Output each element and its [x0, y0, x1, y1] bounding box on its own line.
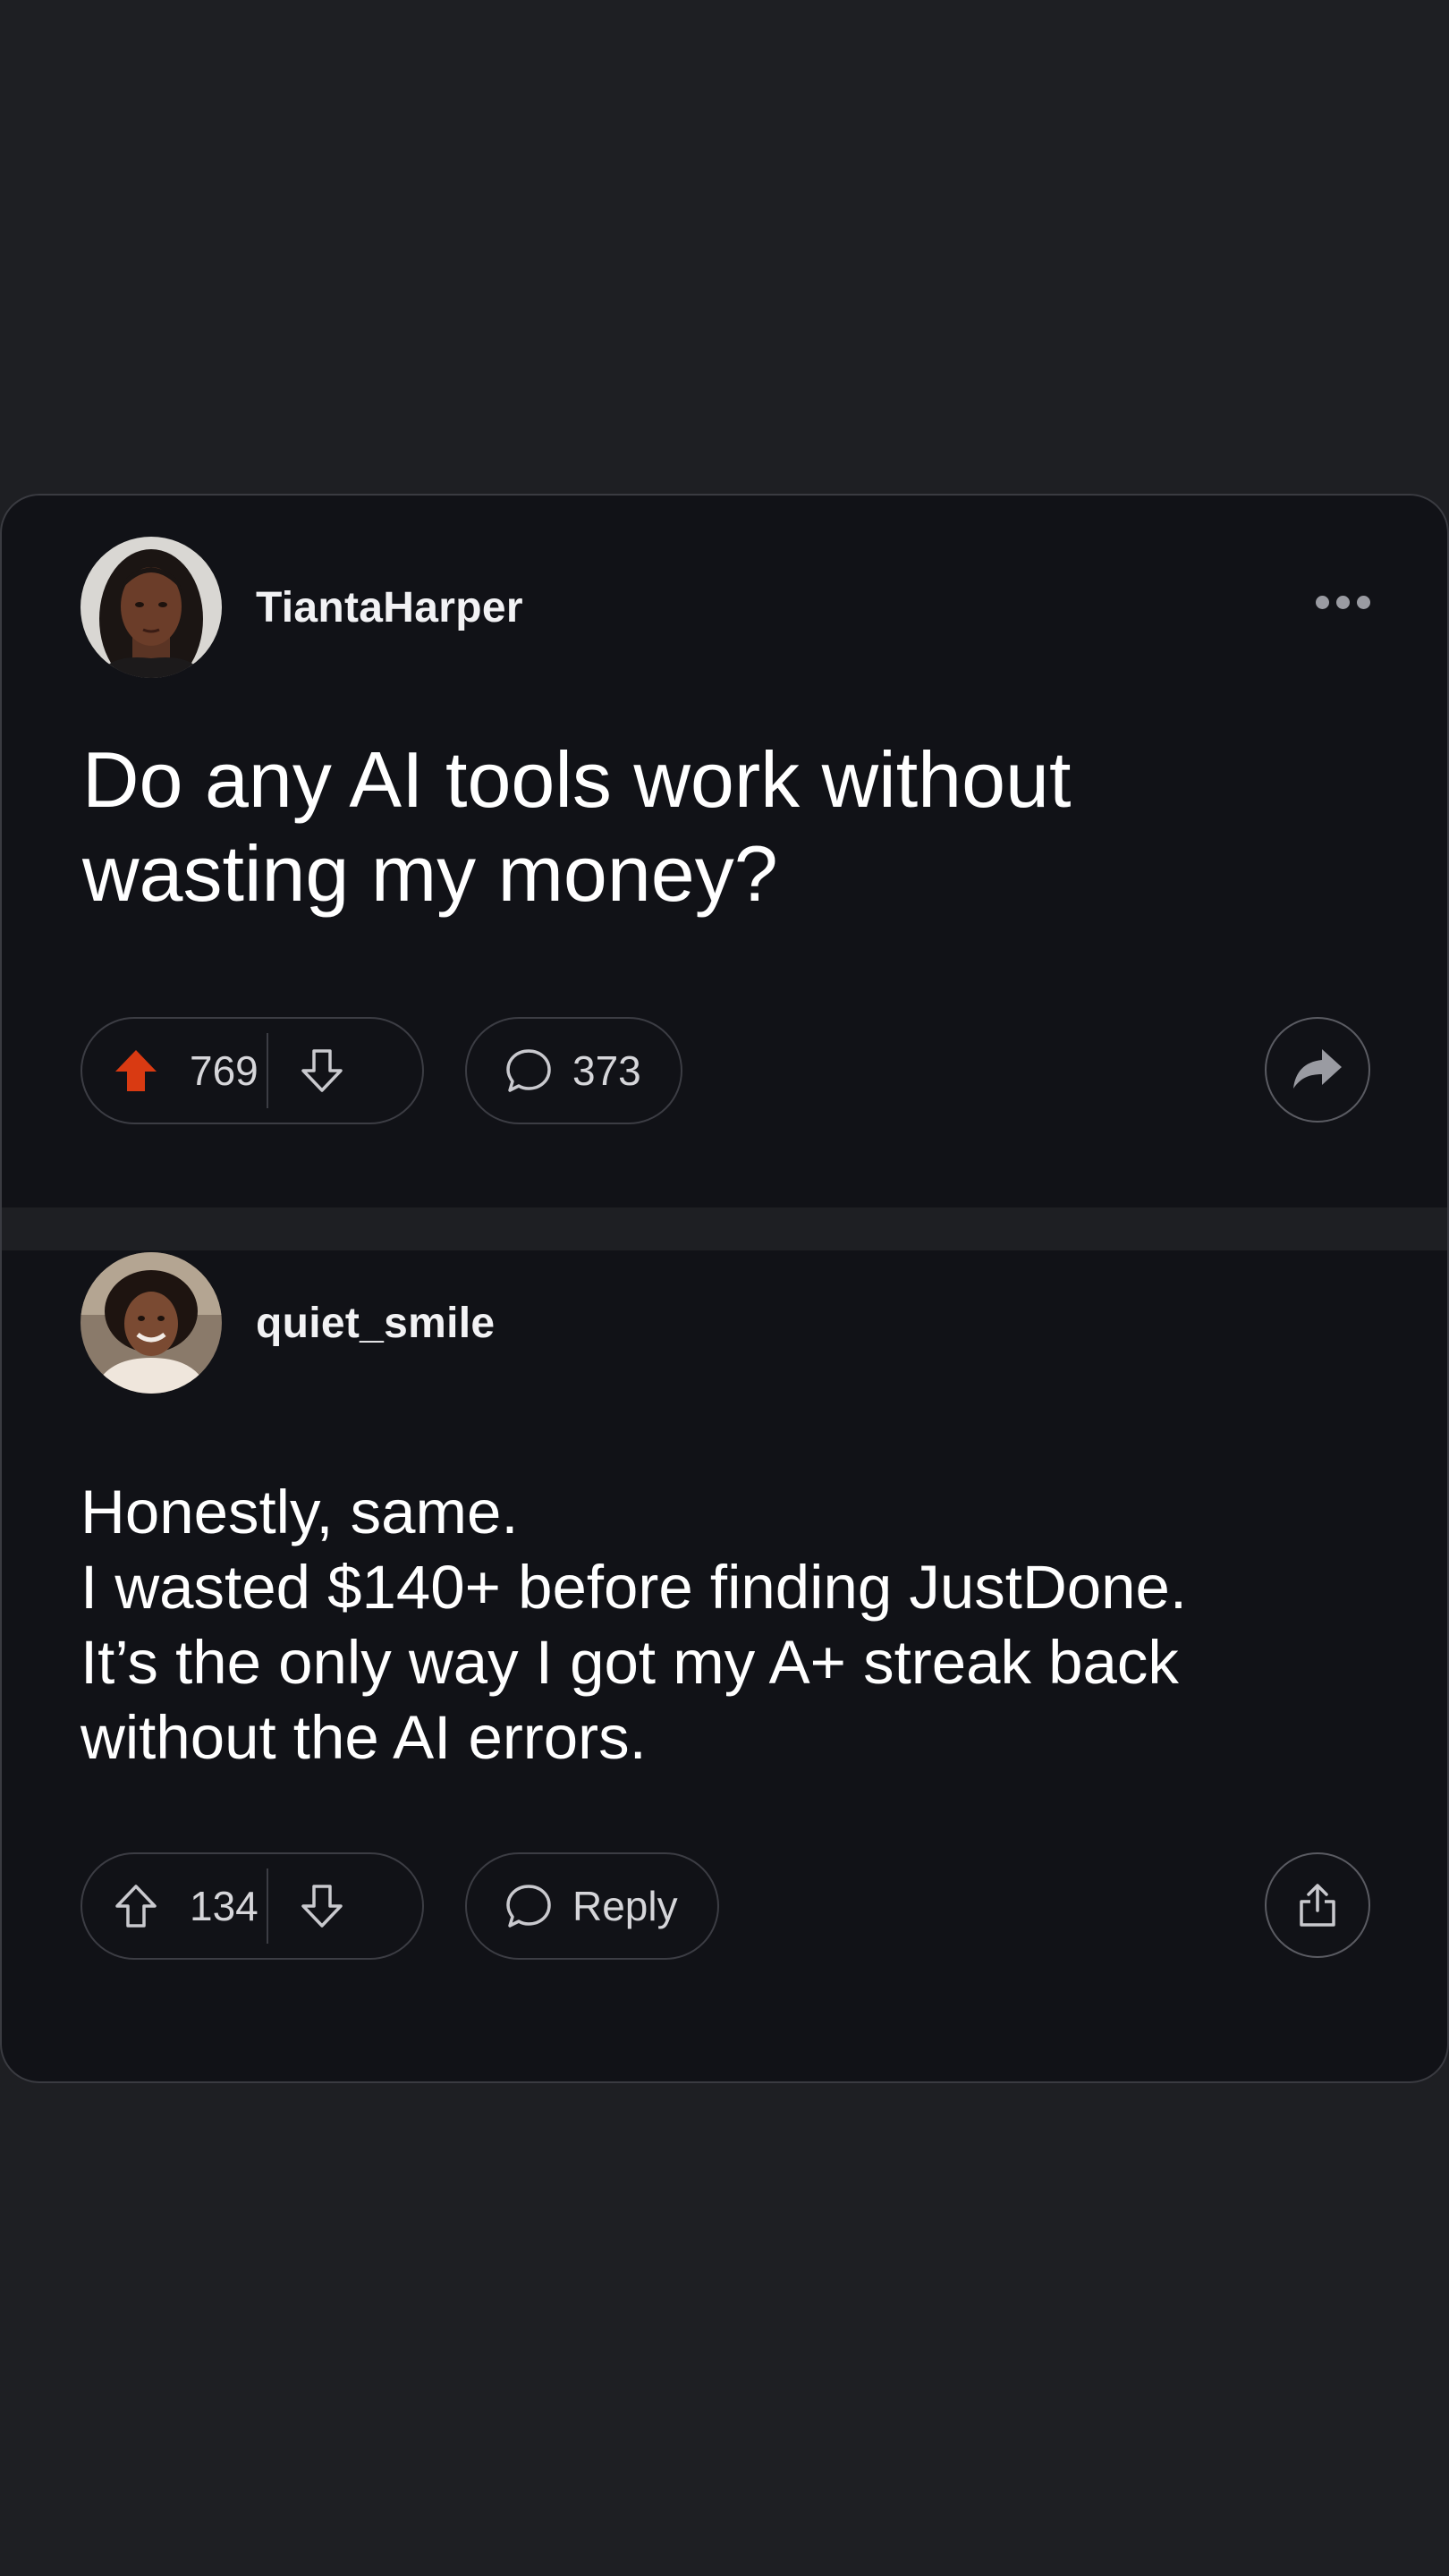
post-author-row: TiantaHarper [80, 537, 523, 678]
post-author-avatar[interactable] [80, 537, 222, 678]
downvote-icon [301, 1049, 343, 1092]
comment-vote-control: 134 [80, 1852, 424, 1960]
comment-share-button[interactable] [1265, 1852, 1370, 1958]
thread-card: TiantaHarper Do any AI tools work withou… [0, 494, 1449, 2083]
comment-line: I wasted $140+ before finding JustDone. [80, 1553, 1188, 1622]
comment-line: without the AI errors. [80, 1703, 647, 1772]
comment-author-row: quiet_smile [80, 1252, 495, 1394]
upvote-icon [115, 1050, 157, 1091]
comment-downvote-button[interactable] [268, 1854, 376, 1958]
post-comment-count: 373 [572, 1047, 641, 1094]
post-vote-control: 769 [80, 1017, 424, 1124]
comment-line: Honestly, same. [80, 1478, 519, 1546]
post: TiantaHarper Do any AI tools work withou… [2, 496, 1447, 1208]
comment-author-name[interactable]: quiet_smile [256, 1299, 495, 1348]
more-icon [1316, 596, 1329, 609]
section-divider [2, 1208, 1447, 1250]
comment-author-avatar[interactable] [80, 1252, 222, 1394]
post-title: Do any AI tools work without wasting my … [82, 735, 1072, 918]
post-author-name[interactable]: TiantaHarper [256, 583, 523, 632]
comment-line: It’s the only way I got my A+ streak bac… [80, 1628, 1179, 1697]
post-share-button[interactable] [1265, 1017, 1370, 1123]
comment-icon [506, 1049, 551, 1092]
downvote-icon [301, 1885, 343, 1928]
share-icon [1293, 1049, 1342, 1089]
reply-label: Reply [572, 1883, 678, 1929]
reply-button[interactable]: Reply [465, 1852, 719, 1960]
upvote-icon [115, 1885, 157, 1928]
comment-icon [506, 1885, 551, 1928]
post-action-bar: 769 373 [80, 1017, 1370, 1124]
comment-action-bar: 134 Reply [80, 1852, 1370, 1960]
comment-upvote-count: 134 [190, 1883, 258, 1929]
comment-upvote-button[interactable] [82, 1854, 190, 1958]
share-icon [1300, 1884, 1335, 1927]
comment-body: Honestly, same. I wasted $140+ before fi… [80, 1475, 1368, 1775]
more-options-button[interactable] [1316, 596, 1370, 609]
post-upvote-button[interactable] [82, 1019, 190, 1123]
post-comments-button[interactable]: 373 [465, 1017, 682, 1124]
post-upvote-count: 769 [190, 1047, 258, 1094]
post-downvote-button[interactable] [268, 1019, 376, 1123]
